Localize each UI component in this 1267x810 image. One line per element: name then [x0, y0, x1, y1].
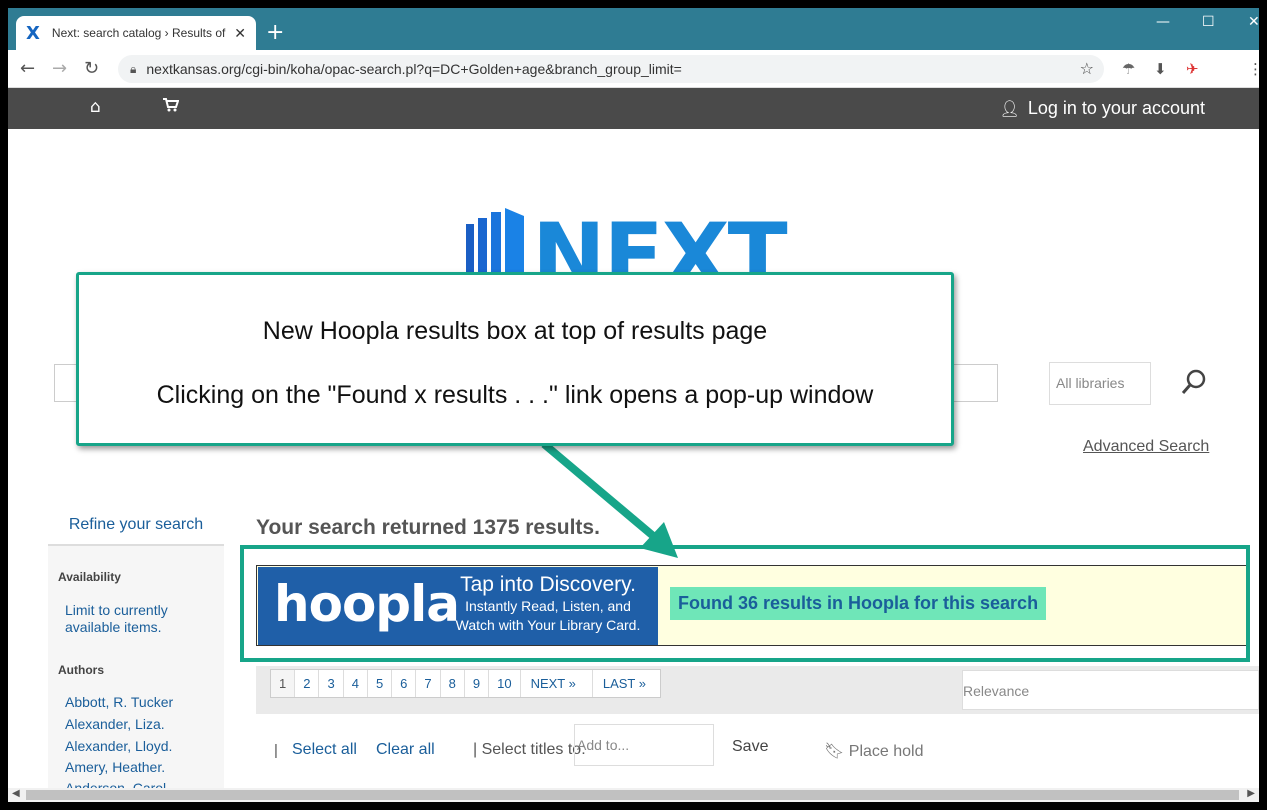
annotation-callout: New Hoopla results box at top of results…: [76, 272, 954, 446]
callout-line-2: Clicking on the "Found x results . . ." …: [156, 381, 874, 409]
horizontal-scrollbar[interactable]: ◀ ▶: [8, 788, 1259, 802]
scroll-right-icon[interactable]: ▶: [1247, 788, 1255, 799]
scroll-thumb[interactable]: [26, 790, 1239, 800]
browser-window: X Next: search catalog › Results of s ✕ …: [8, 8, 1259, 802]
callout-line-1: New Hoopla results box at top of results…: [262, 317, 768, 345]
scroll-left-icon[interactable]: ◀: [12, 788, 20, 799]
